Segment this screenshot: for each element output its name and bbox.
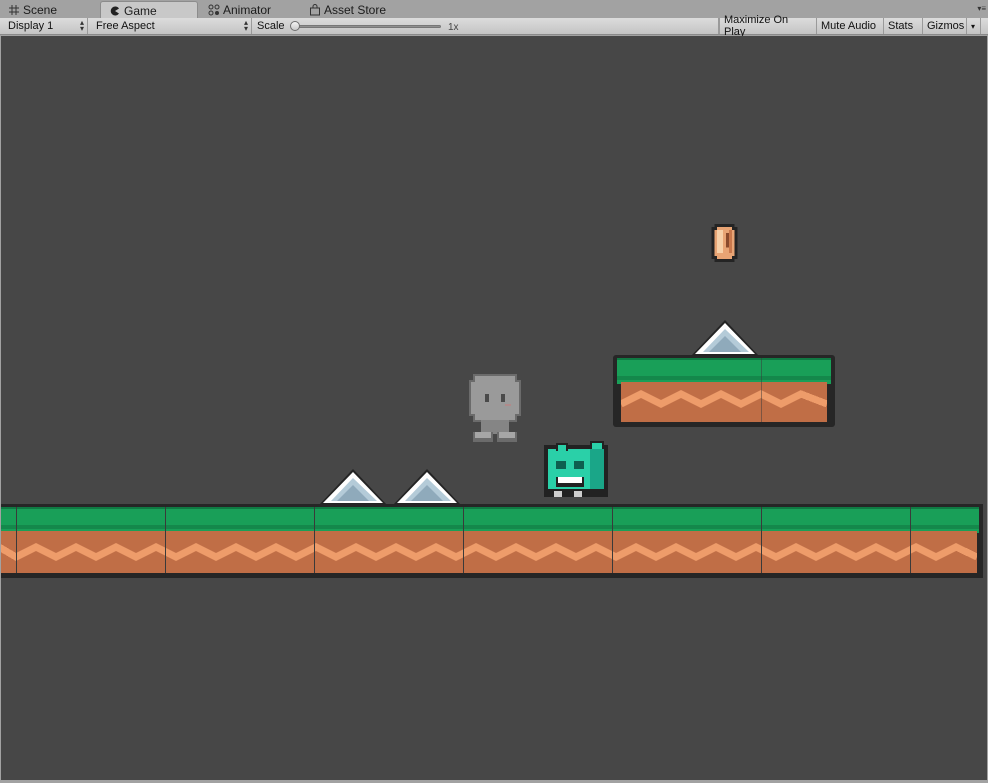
updown-arrow-icon: ▴ ▾ [243, 18, 248, 33]
gizmos-dropdown-arrow-icon[interactable]: ▾ [967, 18, 981, 34]
tab-animator[interactable]: Animator [204, 1, 300, 18]
stats-toggle[interactable]: Stats [884, 18, 923, 34]
ghost-enemy-sprite [467, 374, 523, 447]
store-bag-icon [309, 3, 321, 16]
tab-asset-store[interactable]: Asset Store [305, 1, 405, 18]
aspect-dropdown[interactable]: Free Aspect ▴ ▾ [90, 18, 252, 34]
tab-scene[interactable]: Scene [4, 1, 94, 18]
player-character-sprite [544, 441, 608, 506]
tab-label: Scene [23, 2, 58, 17]
animator-icon [208, 4, 220, 16]
gizmos-toggle[interactable]: Gizmos [923, 18, 967, 34]
display-dropdown[interactable]: Display 1 ▴ ▾ [4, 18, 88, 34]
aspect-dropdown-value: Free Aspect [96, 20, 155, 32]
tab-label: Animator [223, 2, 272, 17]
tab-game[interactable]: Game [100, 1, 198, 19]
tab-label: Game [124, 3, 157, 18]
scale-slider-track[interactable] [295, 25, 441, 28]
display-dropdown-value: Display 1 [8, 20, 54, 32]
scale-label: Scale [257, 20, 285, 32]
floating-platform [613, 355, 835, 427]
scale-value: 1x [448, 21, 459, 33]
game-view-toolbar: Display 1 ▴ ▾ Free Aspect ▴ ▾ Scale 1x Max… [0, 14, 988, 38]
spike-hazard [319, 469, 387, 505]
editor-tab-strip: Scene Game Animator Asset Store ▾≡ [0, 0, 988, 19]
mute-audio-toggle[interactable]: Mute Audio [817, 18, 884, 34]
grid-icon [8, 4, 20, 16]
tab-label: Asset Store [324, 2, 387, 17]
panel-menu-icon[interactable]: ▾≡ [977, 4, 986, 13]
spike-hazard [691, 320, 759, 356]
scale-slider-thumb[interactable] [290, 21, 300, 31]
coin-sprite [711, 224, 738, 267]
updown-arrow-icon: ▴ ▾ [79, 18, 84, 33]
maximize-on-play-toggle[interactable]: Maximize On Play [719, 14, 817, 38]
spike-hazard [393, 469, 461, 505]
game-viewport[interactable] [1, 36, 987, 780]
ground-platform [1, 504, 983, 578]
pacman-icon [109, 5, 121, 17]
